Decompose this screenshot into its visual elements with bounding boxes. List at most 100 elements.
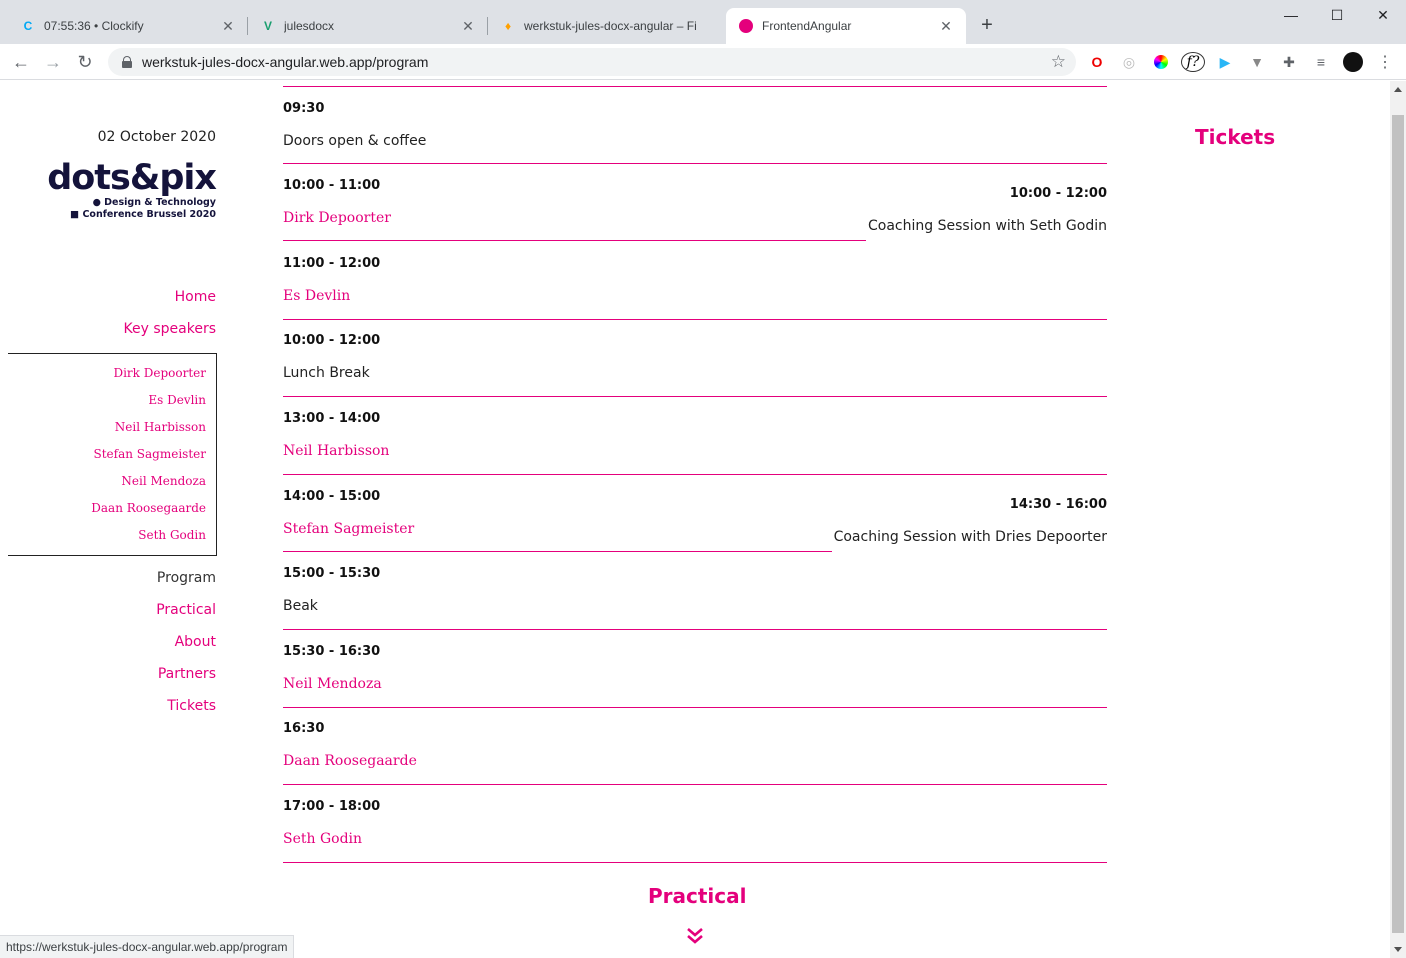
submenu-speaker[interactable]: Es Devlin [148, 393, 206, 407]
schedule-speaker-link[interactable]: Es Devlin [283, 288, 350, 304]
nav-about[interactable]: About [175, 634, 216, 650]
submenu-speaker[interactable]: Neil Mendoza [121, 474, 206, 488]
tab-frontendangular[interactable]: FrontendAngular ✕ [726, 8, 966, 44]
color-picker-extension-icon[interactable] [1151, 52, 1171, 72]
coaching-time: 10:00 - 12:00 [1009, 186, 1107, 201]
play-extension-icon[interactable]: ▶ [1215, 52, 1235, 72]
divider [283, 319, 1107, 320]
divider [283, 707, 1107, 708]
maximize-button[interactable]: ☐ [1314, 0, 1360, 30]
scroll-up-arrow-icon[interactable] [1394, 87, 1402, 92]
nav-program[interactable]: Program [157, 570, 216, 586]
schedule-time: 17:00 - 18:00 [283, 799, 381, 814]
menu-kebab-icon[interactable]: ⋮ [1375, 52, 1395, 72]
tickets-heading: Tickets [1195, 125, 1276, 149]
schedule-speaker-link[interactable]: Seth Godin [283, 831, 362, 847]
extension-circle-icon[interactable]: ◎ [1119, 52, 1139, 72]
divider [283, 474, 1107, 475]
browser-toolbar: ← → ↻ werkstuk-jules-docx-angular.web.ap… [0, 44, 1406, 80]
schedule-time: 09:30 [283, 101, 325, 116]
nav-practical[interactable]: Practical [156, 602, 216, 618]
page-scrollbar[interactable] [1390, 81, 1406, 958]
schedule-event: Beak [283, 598, 318, 614]
logo-wordmark: dots&pix [47, 158, 217, 198]
tab-clockify[interactable]: C 07:55:36 • Clockify ✕ [8, 8, 248, 44]
logo-tagline-2: ■ Conference Brussel 2020 [70, 209, 216, 220]
close-window-button[interactable]: ✕ [1360, 0, 1406, 30]
new-tab-button[interactable]: + [976, 14, 998, 36]
url-text: werkstuk-jules-docx-angular.web.app/prog… [142, 54, 429, 70]
schedule-time: 15:30 - 16:30 [283, 644, 381, 659]
speakers-submenu: Dirk Depoorter Es Devlin Neil Harbisson … [8, 353, 217, 556]
vue-icon: V [263, 19, 272, 33]
practical-heading: Practical [648, 884, 747, 908]
schedule-speaker-link[interactable]: Neil Harbisson [283, 443, 389, 459]
scrollbar-thumb[interactable] [1392, 115, 1404, 933]
browser-window: C 07:55:36 • Clockify ✕ V julesdocx ✕ ♦ … [0, 0, 1406, 958]
opera-extension-icon[interactable]: O [1087, 52, 1107, 72]
nav-key-speakers[interactable]: Key speakers [124, 321, 216, 337]
coaching-session: Coaching Session with Seth Godin [868, 218, 1107, 234]
schedule-time: 10:00 - 11:00 [283, 178, 381, 193]
tab-julesdocx[interactable]: V julesdocx ✕ [248, 8, 488, 44]
scroll-down-arrow-icon[interactable] [1394, 947, 1402, 952]
schedule-time: 11:00 - 12:00 [283, 256, 381, 271]
submenu-speaker[interactable]: Dirk Depoorter [113, 366, 206, 380]
divider [283, 163, 1107, 164]
nav-home[interactable]: Home [175, 289, 216, 305]
divider [283, 629, 1107, 630]
submenu-speaker[interactable]: Seth Godin [138, 528, 206, 542]
submenu-speaker[interactable]: Neil Harbisson [115, 420, 206, 434]
back-button[interactable]: ← [8, 49, 34, 75]
nav-partners[interactable]: Partners [158, 666, 216, 682]
double-chevron-down-icon[interactable] [686, 927, 704, 945]
schedule-speaker-link[interactable]: Daan Roosegaarde [283, 753, 417, 769]
schedule-speaker-link[interactable]: Dirk Depoorter [283, 210, 391, 226]
forward-button[interactable]: → [40, 49, 66, 75]
profile-avatar[interactable] [1343, 52, 1363, 72]
minimize-button[interactable]: — [1268, 0, 1314, 30]
tab-title: 07:55:36 • Clockify [44, 19, 144, 33]
reload-button[interactable]: ↻ [72, 49, 98, 75]
divider [283, 551, 832, 552]
bookmark-star-icon[interactable]: ☆ [1051, 52, 1066, 72]
clockify-icon: C [23, 19, 33, 33]
close-icon[interactable]: ✕ [220, 18, 236, 34]
divider [283, 396, 1107, 397]
close-icon[interactable]: ✕ [938, 18, 954, 34]
schedule-time: 10:00 - 12:00 [283, 333, 381, 348]
font-extension-icon[interactable]: f? [1181, 52, 1205, 72]
schedule-time: 14:00 - 15:00 [283, 489, 381, 504]
address-bar[interactable]: werkstuk-jules-docx-angular.web.app/prog… [108, 48, 1076, 76]
firebase-icon: ♦ [504, 19, 512, 33]
site-logo[interactable]: dots&pix ● Design & Technology ■ Confere… [47, 158, 217, 221]
reading-list-icon[interactable]: ≡ [1311, 52, 1331, 72]
schedule-event: Doors open & coffee [283, 133, 427, 149]
schedule-speaker-link[interactable]: Neil Mendoza [283, 676, 382, 692]
logo-tagline-1: ● Design & Technology [92, 197, 216, 208]
angular-icon [738, 18, 754, 34]
tab-title: werkstuk-jules-docx-angular – Fi [524, 19, 697, 33]
schedule-time: 15:00 - 15:30 [283, 566, 381, 581]
coaching-session: Coaching Session with Dries Depoorter [833, 529, 1107, 545]
divider [283, 784, 1107, 785]
extensions-puzzle-icon[interactable]: ✚ [1279, 52, 1299, 72]
link-status-bar: https://werkstuk-jules-docx-angular.web.… [0, 935, 295, 958]
coaching-time: 14:30 - 16:00 [1009, 497, 1107, 512]
vue-devtools-icon[interactable]: ▼ [1247, 52, 1267, 72]
lock-icon [122, 56, 132, 68]
submenu-speaker[interactable]: Stefan Sagmeister [94, 447, 206, 461]
divider [283, 240, 866, 241]
tab-title: FrontendAngular [762, 19, 852, 33]
schedule-speaker-link[interactable]: Stefan Sagmeister [283, 521, 414, 537]
tab-title: julesdocx [284, 19, 335, 33]
submenu-speaker[interactable]: Daan Roosegaarde [91, 501, 206, 515]
divider [283, 86, 1107, 87]
close-icon[interactable]: ✕ [460, 18, 476, 34]
divider [283, 862, 1107, 863]
tab-strip: C 07:55:36 • Clockify ✕ V julesdocx ✕ ♦ … [0, 0, 1406, 44]
tab-firebase[interactable]: ♦ werkstuk-jules-docx-angular – Fi [488, 8, 726, 44]
schedule-time: 16:30 [283, 721, 325, 736]
schedule-event: Lunch Break [283, 365, 370, 381]
nav-tickets[interactable]: Tickets [167, 698, 216, 714]
